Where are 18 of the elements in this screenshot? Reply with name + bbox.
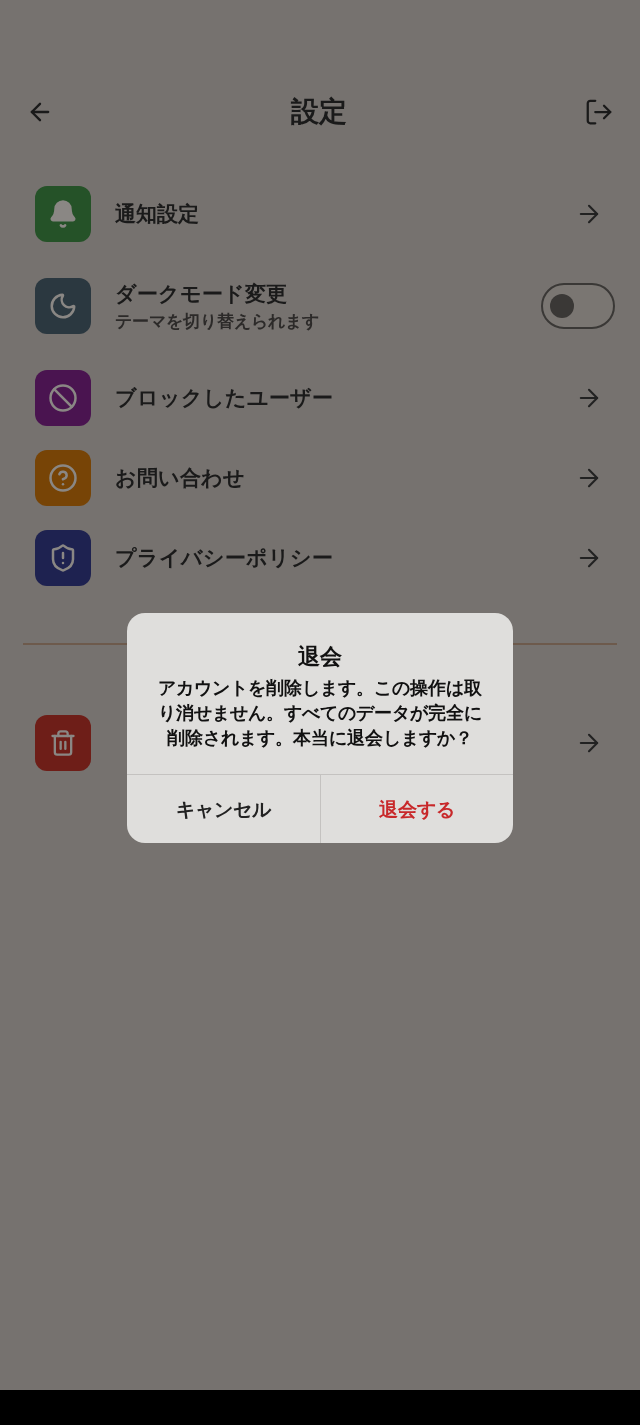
withdraw-button[interactable]: 退会する (319, 775, 513, 843)
moon-icon (48, 291, 78, 321)
toggle-switch[interactable] (541, 283, 615, 329)
item-title[interactable]: お問い合わせ (115, 463, 575, 493)
trash-icon (49, 729, 77, 757)
item-title[interactable]: ダークモード変更 (115, 279, 541, 309)
help-icon (48, 463, 78, 493)
ban-icon (48, 383, 78, 413)
cancel-button[interactable]: キャンセル (127, 775, 320, 843)
item-title[interactable]: 通知設定 (115, 199, 575, 229)
dialog-title: 退会 (298, 643, 342, 671)
item-title[interactable]: プライバシーポリシー (115, 543, 575, 573)
bell-icon (48, 199, 78, 229)
logout-icon[interactable] (584, 97, 614, 127)
item-title[interactable]: ブロックしたユーザー (115, 383, 575, 413)
dialog-message: アカウントを削除します。この操作は取り消せません。すべてのデータが完全に削除されます。本当に退会しますか？ (157, 676, 483, 750)
page-title: 設定 (291, 94, 347, 130)
item-subtitle: テーマを切り替えられます (115, 310, 320, 333)
